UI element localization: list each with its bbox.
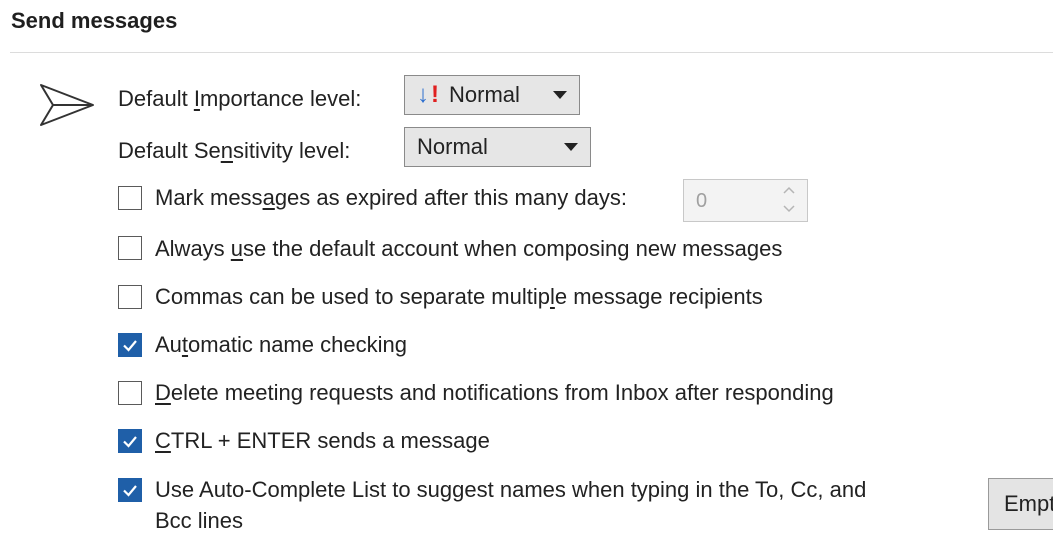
spin-down-icon bbox=[783, 205, 795, 213]
label-auto-complete-line1: Use Auto-Complete List to suggest names … bbox=[155, 477, 867, 502]
checkmark-icon bbox=[123, 340, 137, 352]
sensitivity-value: Normal bbox=[417, 134, 488, 159]
low-high-importance-icon: ↓! bbox=[417, 81, 439, 108]
sensitivity-label: Default Sensitivity level: bbox=[118, 138, 351, 163]
label-commas-separate: Commas can be used to separate multiple … bbox=[155, 284, 763, 309]
expire-days-input: 0 bbox=[683, 179, 808, 222]
checkbox-mark-expired[interactable] bbox=[118, 186, 142, 210]
spin-up-icon bbox=[783, 186, 795, 194]
label-ctrl-enter-sends: CTRL + ENTER sends a message bbox=[155, 428, 490, 453]
checkbox-delete-meeting-requests[interactable] bbox=[118, 381, 142, 405]
empty-auto-complete-button[interactable]: Empt bbox=[988, 478, 1053, 530]
importance-value: Normal bbox=[449, 82, 520, 107]
chevron-down-icon bbox=[564, 143, 578, 151]
sensitivity-dropdown[interactable]: Normal bbox=[404, 127, 591, 167]
checkbox-auto-complete[interactable] bbox=[118, 478, 142, 502]
checkbox-commas-separate[interactable] bbox=[118, 285, 142, 309]
chevron-down-icon bbox=[553, 91, 567, 99]
importance-label: Default Importance level: bbox=[118, 86, 362, 111]
checkbox-automatic-name-checking[interactable] bbox=[118, 333, 142, 357]
send-icon bbox=[40, 84, 94, 126]
checkmark-icon bbox=[123, 436, 137, 448]
label-auto-complete-line2: Bcc lines bbox=[155, 508, 244, 533]
label-default-account: Always use the default account when comp… bbox=[155, 236, 783, 261]
label-delete-meeting-requests: Delete meeting requests and notification… bbox=[155, 380, 834, 405]
importance-dropdown[interactable]: ↓! Normal bbox=[404, 75, 580, 115]
label-automatic-name-checking: Automatic name checking bbox=[155, 332, 407, 357]
checkbox-default-account[interactable] bbox=[118, 236, 142, 260]
section-title: Send messages bbox=[11, 8, 178, 33]
section-divider bbox=[10, 52, 1053, 53]
label-mark-expired: Mark messages as expired after this many… bbox=[155, 185, 627, 210]
checkmark-icon bbox=[123, 485, 137, 497]
checkbox-ctrl-enter-sends[interactable] bbox=[118, 429, 142, 453]
